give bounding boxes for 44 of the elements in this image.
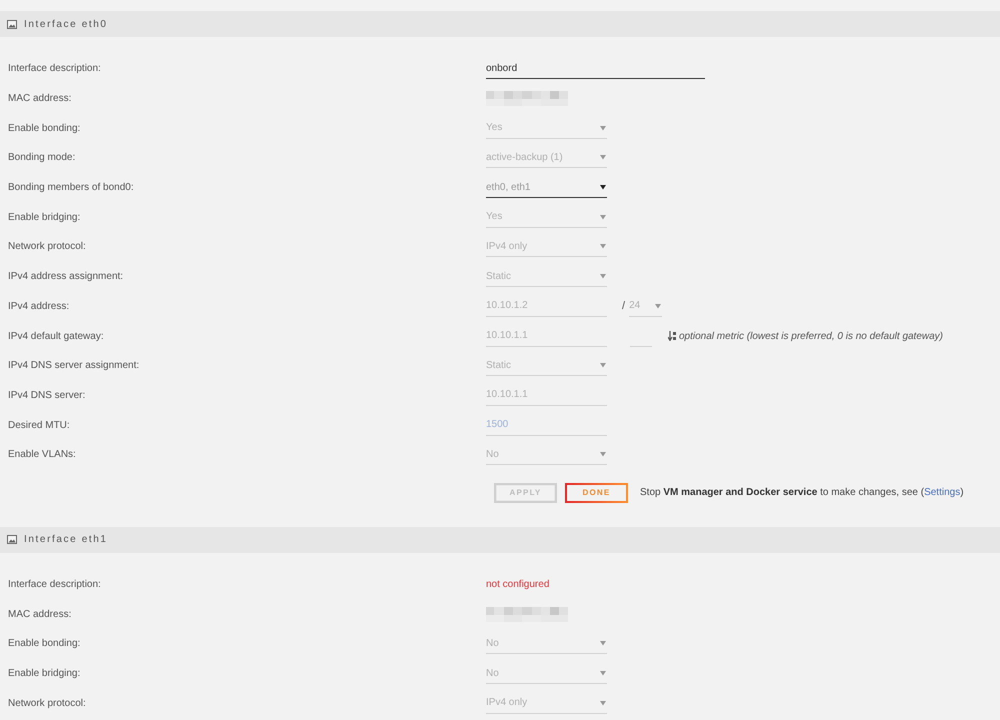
caret-icon <box>600 362 606 368</box>
caret-icon <box>655 302 662 309</box>
field-label: Enable bridging: <box>7 212 82 223</box>
caret-icon <box>600 640 606 646</box>
image-icon <box>7 535 17 544</box>
field-label: Interface description: <box>7 63 102 74</box>
field-label: Desired MTU: <box>7 420 71 431</box>
sort-descending-icon <box>668 331 676 342</box>
caret-icon <box>600 700 606 706</box>
done-button[interactable]: DONE <box>565 482 628 503</box>
text-field[interactable]: onbord <box>486 58 705 80</box>
image-icon <box>7 20 17 28</box>
section-title: Interface eth0 <box>24 18 108 30</box>
field-label: IPv4 address: <box>7 300 70 312</box>
field-label: Network protocol: <box>7 241 87 252</box>
notice-text: Stop VM manager and Docker service to make changes, see (Settings) <box>640 487 964 498</box>
caret-icon <box>600 273 606 280</box>
field-label: Bonding mode: <box>7 152 76 164</box>
field-label: Enable bonding: <box>7 122 82 134</box>
dropdown[interactable]: eth0, eth1 <box>486 177 607 198</box>
caret-icon <box>600 124 606 131</box>
hint-text: optional metric (lowest is preferred, 0 is no default gateway) <box>679 330 944 342</box>
field-label: Network protocol: <box>7 698 87 709</box>
field-label: IPv4 DNS server: <box>7 390 86 401</box>
field-label: Enable VLANs: <box>7 449 77 460</box>
caret-icon <box>600 154 606 160</box>
field-label: IPv4 default gateway: <box>7 330 105 342</box>
field-label: IPv4 DNS server assignment: <box>7 360 140 372</box>
separator-text: / <box>622 300 626 312</box>
section-title: Interface eth1 <box>24 534 108 546</box>
field-label: Enable bonding: <box>7 638 82 650</box>
status-text: not configured <box>486 578 550 590</box>
caret-icon <box>600 451 606 458</box>
field-label: IPv4 address assignment: <box>7 271 124 282</box>
caret-icon <box>600 214 606 220</box>
field-label: Enable bridging: <box>7 668 82 680</box>
caret-icon <box>600 670 606 676</box>
settings-link[interactable]: Settings <box>924 487 960 498</box>
field-label: Interface description: <box>7 578 102 590</box>
caret-icon <box>600 184 606 190</box>
field-label: MAC address: <box>7 608 72 620</box>
field-label: MAC address: <box>7 93 72 104</box>
field-label: Bonding members of bond0: <box>7 182 135 194</box>
caret-icon <box>600 243 606 250</box>
